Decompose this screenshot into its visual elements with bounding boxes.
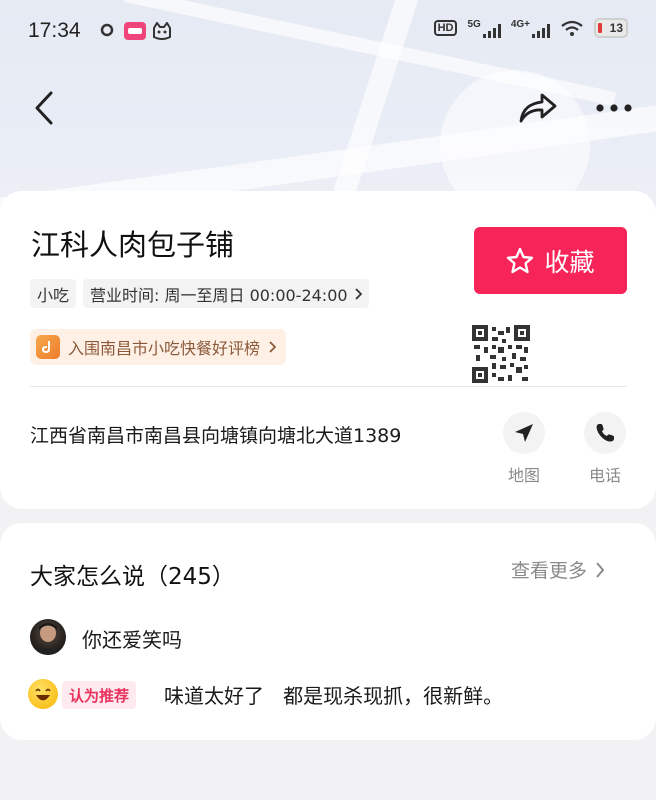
- more-button[interactable]: [592, 86, 636, 130]
- chevron-right-icon: [596, 561, 605, 578]
- notification-dot-icon: [100, 23, 114, 37]
- business-hours-text: 营业时间: 周一至周日 00:00-24:00: [90, 285, 348, 305]
- cat-app-icon: [153, 22, 171, 40]
- phone-button[interactable]: 电话: [575, 412, 635, 486]
- see-more-link[interactable]: 查看更多: [511, 556, 605, 583]
- reviewer-name: 你还爱笑吗: [82, 628, 182, 652]
- ranking-badge-icon: [36, 335, 60, 359]
- ranking-text: 入围南昌市小吃快餐好评榜: [68, 339, 261, 358]
- signal-4g-icon: 4G+: [511, 19, 550, 38]
- chevron-right-icon: [269, 341, 277, 353]
- business-hours[interactable]: 营业时间: 周一至周日 00:00-24:00: [83, 279, 369, 308]
- see-more-label: 查看更多: [511, 560, 588, 582]
- status-bar: 17:34 HD 5G 4G+ 13: [0, 0, 656, 64]
- map-label: 地图: [507, 466, 540, 485]
- chevron-left-icon: [35, 91, 53, 125]
- wifi-icon: [561, 20, 583, 36]
- shop-name: 江科人肉包子铺: [31, 228, 235, 262]
- hd-icon: HD: [433, 20, 458, 36]
- recommend-badge: 认为推荐: [62, 681, 137, 709]
- favorite-label: 收藏: [544, 247, 595, 277]
- more-dots-icon: [596, 104, 632, 112]
- map-button[interactable]: 地图: [494, 412, 554, 486]
- star-icon: [507, 247, 534, 273]
- reviews-title: 大家怎么说（245）: [30, 564, 235, 590]
- signal-5g-icon: 5G: [467, 19, 501, 38]
- qr-code-icon[interactable]: [472, 325, 530, 383]
- ranking-tag[interactable]: 入围南昌市小吃快餐好评榜: [30, 329, 287, 365]
- avatar[interactable]: [30, 619, 66, 655]
- laughing-emoji-icon: [28, 679, 58, 709]
- share-button[interactable]: [516, 86, 560, 130]
- favorite-button[interactable]: 收藏: [474, 227, 627, 294]
- status-time: 17:34: [28, 19, 81, 42]
- category-tag: 小吃: [30, 279, 77, 308]
- share-icon: [519, 93, 557, 123]
- divider: [30, 386, 627, 387]
- shop-address[interactable]: 江西省南昌市南昌县向塘镇向塘北大道1389: [30, 421, 430, 451]
- status-right: HD 5G 4G+ 13: [433, 18, 628, 38]
- review-text[interactable]: 味道太好了 都是现杀现抓，很新鲜。: [164, 680, 503, 709]
- app-badge-icon: [124, 22, 146, 40]
- navigation-arrow-icon: [515, 424, 533, 442]
- back-button[interactable]: [22, 86, 66, 130]
- chevron-right-icon: [354, 287, 362, 300]
- phone-icon: [596, 424, 614, 442]
- battery-indicator: 13: [594, 18, 628, 38]
- phone-label: 电话: [588, 466, 621, 485]
